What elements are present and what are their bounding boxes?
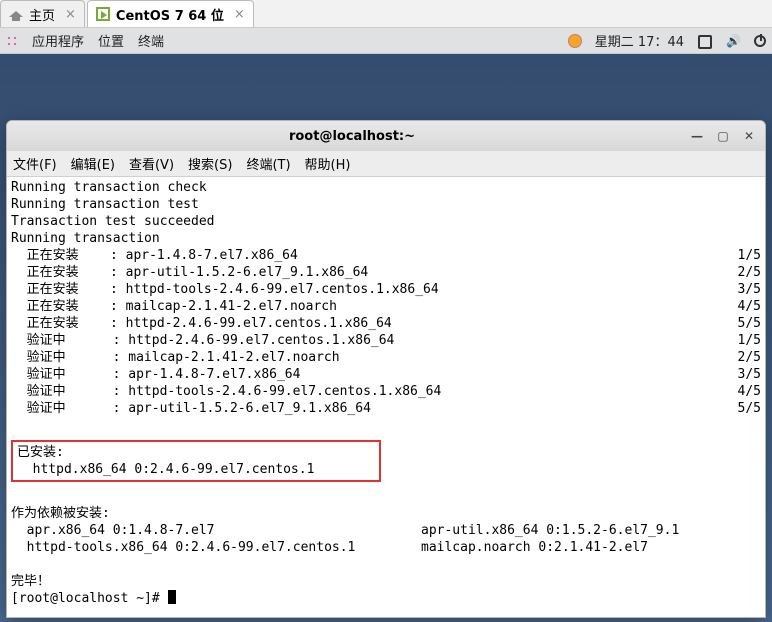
dep-package: apr-util.x86_64 0:1.5.2-6.el7_9.1 [421, 522, 679, 539]
home-icon [9, 7, 23, 21]
transaction-progress: 2/5 [738, 349, 761, 366]
tab-centos-label: CentOS 7 64 位 [116, 5, 224, 24]
vm-icon [96, 7, 110, 21]
menu-places[interactable]: 位置 [98, 31, 124, 50]
menu-help[interactable]: 帮助(H) [305, 154, 351, 173]
window-maximize-button[interactable]: ▢ [715, 128, 731, 144]
terminal-output[interactable]: Running transaction check Running transa… [7, 177, 765, 617]
transaction-line: 正在安装 : httpd-tools-2.4.6-99.el7.centos.1… [11, 281, 439, 298]
menu-terminal[interactable]: 终端(T) [246, 154, 290, 173]
transaction-line: 验证中 : apr-util-1.5.2-6.el7_9.1.x86_64 [11, 400, 371, 417]
installed-package: httpd.x86_64 0:2.4.6-99.el7.centos.1 [17, 461, 314, 478]
transaction-progress: 5/5 [738, 315, 761, 332]
window-titlebar[interactable]: root@localhost:~ — ▢ ✕ [7, 121, 765, 151]
tab-centos[interactable]: CentOS 7 64 位 × [87, 0, 254, 27]
transaction-progress: 3/5 [738, 366, 761, 383]
gnome-top-bar: 应用程序 位置 终端 星期二 17：44 [0, 28, 772, 54]
deps-heading: 作为依赖被安装: [11, 505, 110, 522]
window-minimize-button[interactable]: — [689, 128, 705, 144]
transaction-line: 验证中 : httpd-tools-2.4.6-99.el7.centos.1.… [11, 383, 441, 400]
output-line: Running transaction check [11, 179, 207, 196]
transaction-progress: 4/5 [738, 383, 761, 400]
terminal-window: root@localhost:~ — ▢ ✕ 文件(F) 编辑(E) 查看(V)… [6, 120, 766, 618]
transaction-line: 正在安装 : apr-1.4.8-7.el7.x86_64 [11, 247, 298, 264]
installed-heading: 已安装: [17, 444, 64, 461]
output-line: Running transaction [11, 230, 160, 247]
transaction-progress: 2/5 [738, 264, 761, 281]
transaction-line: 正在安装 : mailcap-2.1.41-2.el7.noarch [11, 298, 337, 315]
cursor [168, 590, 176, 604]
dep-package: apr.x86_64 0:1.4.8-7.el7 [11, 522, 421, 539]
activities-icon[interactable] [6, 35, 18, 47]
tab-home-label: 主页 [29, 5, 55, 24]
output-line: Transaction test succeeded [11, 213, 215, 230]
transaction-line: 正在安装 : httpd-2.4.6-99.el7.centos.1.x86_6… [11, 315, 392, 332]
dep-package: httpd-tools.x86_64 0:2.4.6-99.el7.centos… [11, 539, 421, 556]
dep-package: mailcap.noarch 0:2.1.41-2.el7 [421, 539, 648, 556]
terminal-menubar: 文件(F) 编辑(E) 查看(V) 搜索(S) 终端(T) 帮助(H) [7, 151, 765, 177]
vmware-tab-strip: 主页 × CentOS 7 64 位 × [0, 0, 772, 28]
menu-view[interactable]: 查看(V) [129, 154, 174, 173]
menu-edit[interactable]: 编辑(E) [71, 154, 115, 173]
transaction-line: 验证中 : httpd-2.4.6-99.el7.centos.1.x86_64 [11, 332, 394, 349]
menu-search[interactable]: 搜索(S) [188, 154, 232, 173]
menu-file[interactable]: 文件(F) [13, 154, 57, 173]
transaction-progress: 1/5 [738, 332, 761, 349]
window-title: root@localhost:~ [15, 129, 689, 144]
transaction-progress: 3/5 [738, 281, 761, 298]
volume-icon[interactable] [726, 34, 740, 48]
transaction-progress: 5/5 [738, 400, 761, 417]
window-close-button[interactable]: ✕ [741, 128, 757, 144]
close-icon[interactable]: × [234, 7, 245, 22]
clock-label[interactable]: 星期二 17：44 [595, 31, 684, 50]
output-line: Running transaction test [11, 196, 199, 213]
menu-terminal[interactable]: 终端 [138, 31, 164, 50]
menu-applications[interactable]: 应用程序 [32, 31, 84, 50]
notification-icon[interactable] [569, 35, 581, 47]
network-icon[interactable] [698, 34, 712, 48]
done-line: 完毕！ [11, 573, 50, 590]
power-icon[interactable] [754, 35, 766, 47]
installed-highlight: 已安装: httpd.x86_64 0:2.4.6-99.el7.centos.… [11, 440, 381, 482]
transaction-progress: 4/5 [738, 298, 761, 315]
transaction-line: 正在安装 : apr-util-1.5.2-6.el7_9.1.x86_64 [11, 264, 368, 281]
tab-home[interactable]: 主页 × [0, 0, 85, 27]
close-icon[interactable]: × [65, 7, 76, 22]
transaction-line: 验证中 : apr-1.4.8-7.el7.x86_64 [11, 366, 300, 383]
transaction-progress: 1/5 [738, 247, 761, 264]
shell-prompt: [root@localhost ~]# [11, 590, 168, 607]
transaction-line: 验证中 : mailcap-2.1.41-2.el7.noarch [11, 349, 340, 366]
